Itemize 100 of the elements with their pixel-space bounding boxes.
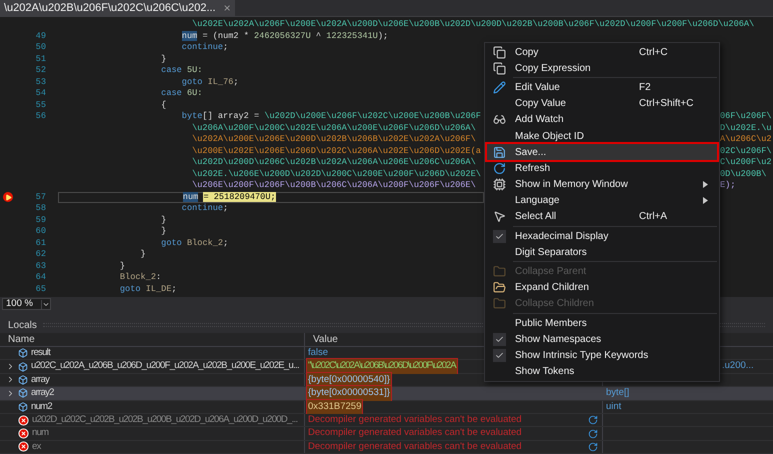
save-icon (492, 146, 506, 159)
line-number: 50 (36, 42, 46, 52)
code-line: goto IL_76; (180, 76, 239, 89)
menu-item[interactable]: Copy Expression (487, 60, 717, 76)
variable-name: u202C_u202A_u206B_u206D_u200F_u202A_u202B_u200E_u202E_u... (31, 359, 299, 374)
line-number: 60 (36, 226, 46, 236)
menu-item[interactable]: Select All Ctrl+A (487, 208, 717, 226)
shortcut-text: Ctrl+Shift+C (639, 97, 694, 112)
field-icon (18, 388, 28, 398)
menu-item[interactable]: Language (487, 192, 717, 209)
menu-item[interactable]: Add Watch (487, 112, 717, 128)
caret-icon (41, 300, 50, 308)
field-icon (18, 402, 28, 412)
line-number: 54 (36, 88, 46, 98)
tab-title: \u202A\u202B\u206F\u202C\u206C\u202... (4, 0, 216, 16)
code-line: case 5U: (160, 64, 202, 78)
refresh-icon (492, 162, 506, 175)
code-line: { (160, 98, 166, 112)
variable-name: array2 (31, 386, 54, 400)
error-icon (18, 428, 29, 440)
variable-value: Decompiler generated variables can't be evaluated (307, 426, 523, 440)
line-number: 49 (36, 30, 46, 41)
variable-value: Decompiler generated variables can't be evaluated (307, 440, 523, 454)
code-line: Block_2: (118, 271, 162, 284)
locals-row[interactable]: u202D_u202C_u202B_u202B_u200B_u202D_u206A_u200D_u200D_... Decompiler generated variables can't be evaluated (0, 414, 773, 428)
code-line: continue; (180, 202, 228, 216)
refresh-icon[interactable] (588, 442, 598, 452)
menu-item[interactable]: Save... (487, 144, 717, 160)
folder-icon (492, 281, 506, 294)
error-icon (18, 414, 29, 426)
field-icon (18, 348, 28, 358)
code-line: \u202E\u202A\u206F\u200E\u202A\u200D\u206E\u200B\u202D\u200D\u202B\u200B\u206F\u202D\u200F\u200F\u206D\u206A\ (191, 18, 754, 32)
code-line: goto Block_2; (160, 236, 228, 250)
editor-tab[interactable]: \u202A\u202B\u206F\u202C\u206C\u202... × (0, 0, 235, 16)
variable-value: 0x331B7259 (307, 400, 362, 414)
refresh-icon[interactable] (588, 415, 598, 426)
folder-icon (492, 265, 506, 278)
locals-row[interactable]: num Decompiler generated variables can't be evaluated (0, 427, 773, 441)
code-fragment: 0D\u200B\ (720, 168, 766, 180)
zoom-dropdown[interactable]: 100 % (2, 298, 51, 310)
field-icon (18, 374, 28, 385)
code-fragment: 06F\u206F\ (720, 110, 772, 124)
code-line: \u200E\u202E\u206E\u206D\u202C\u206A\u202E\u206D\u202E(a (191, 144, 481, 158)
code-line: } (160, 52, 166, 66)
pencil-icon (492, 80, 506, 94)
menu-item[interactable]: Expand Children (487, 280, 717, 296)
menu-item[interactable]: Copy Ctrl+C (487, 44, 717, 60)
menu-item[interactable]: Make Object ID (487, 128, 717, 144)
code-line: goto IL_DE; (118, 282, 177, 296)
pointer-icon (492, 210, 506, 224)
line-number: 52 (36, 65, 46, 76)
menu-item[interactable]: Show in Memory Window (487, 176, 717, 193)
code-line: } (118, 260, 126, 272)
line-number: 65 (36, 284, 46, 294)
panel-title: Locals (8, 318, 37, 332)
submenu-arrow-icon (703, 197, 708, 204)
code-line: case 6U: (160, 87, 202, 100)
field-icon (18, 362, 28, 372)
menu-item[interactable]: Digit Separators (487, 244, 717, 260)
code-line: continue; (180, 41, 228, 54)
variable-name: array (31, 372, 50, 387)
refresh-icon[interactable] (588, 428, 598, 439)
submenu-arrow-icon (703, 181, 708, 188)
code-fragment: 02C\u206F\ (720, 144, 772, 158)
checkmark-icon (492, 348, 506, 362)
locals-row[interactable]: ex Decompiler generated variables can't be evaluated (0, 440, 773, 454)
code-line: byte[] array2 = \u202D\u200E\u206F\u202C\u200E\u200B\u206F (180, 110, 481, 124)
variable-value: {byte[0x00000531]} (307, 386, 391, 400)
variable-value: Decompiler generated variables can't be evaluated (307, 413, 523, 428)
close-button[interactable]: × (224, 0, 231, 17)
line-number: 57 (36, 192, 46, 202)
menu-item[interactable]: Public Members (487, 315, 717, 332)
menu-item[interactable]: Refresh (487, 160, 717, 176)
line-number: 58 (36, 203, 46, 214)
variable-type: uint (606, 400, 622, 414)
shortcut-text: Ctrl+C (639, 46, 669, 60)
code-line: \u202E.\u206E\u200D\u202D\u200C\u200E\u200F\u206D\u202E\ (191, 168, 481, 180)
folder-icon (492, 297, 506, 310)
line-number: 55 (36, 100, 46, 110)
locals-row[interactable]: array2 {byte[0x00000531]} byte[] (0, 387, 773, 401)
menu-item[interactable]: Edit Value F2 (487, 79, 717, 96)
variable-name: result (31, 346, 50, 360)
line-number: 63 (36, 260, 46, 271)
code-fragment: C\u200F\u2 (720, 156, 772, 170)
code-line: num = 2518209470U; (182, 190, 276, 204)
variable-type: .u200... (722, 359, 754, 374)
menu-item[interactable]: Hexadecimal Display (487, 228, 717, 244)
line-number: 61 (36, 238, 46, 248)
variable-value: false (307, 346, 330, 360)
code-line: \u202A\u200E\u206E\u200D\u202B\u206B\u202E\u202A\u206F\ (191, 133, 476, 146)
menu-item[interactable]: Copy Value Ctrl+Shift+C (487, 96, 717, 112)
column-header[interactable]: Name (0, 333, 305, 346)
chip-icon (492, 178, 506, 192)
line-number: 62 (36, 249, 46, 260)
variable-name: ex (32, 440, 41, 454)
code-line: \u202D\u200D\u206C\u202B\u202A\u206A\u206E\u206C\u206A\ (191, 156, 476, 170)
shortcut-text: F2 (639, 80, 652, 95)
copy-icon (492, 46, 506, 59)
locals-row[interactable]: num2 0x331B7259 uint (0, 400, 773, 414)
variable-type: byte[] (606, 386, 630, 400)
